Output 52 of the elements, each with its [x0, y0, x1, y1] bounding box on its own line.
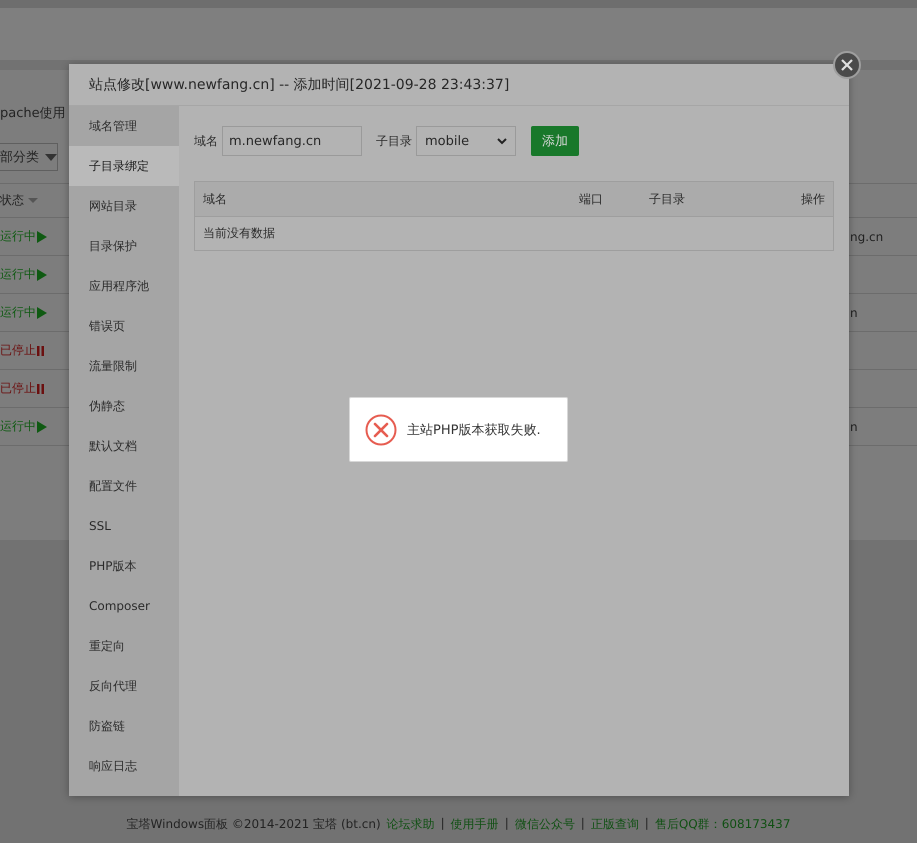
separator-text: | — [504, 816, 509, 832]
add-button[interactable]: 添加 — [531, 126, 579, 156]
column-header[interactable]: 状态 — [0, 192, 24, 209]
chevron-down-icon — [497, 138, 507, 144]
sidebar-item[interactable]: 重定向 — [69, 626, 179, 666]
sidebar-item[interactable]: 子目录绑定 — [69, 146, 179, 186]
subdirectory-label: 子目录 — [376, 132, 412, 150]
play-icon — [37, 268, 47, 280]
sidebar-item[interactable]: 应用程序池 — [69, 266, 179, 306]
sidebar-item[interactable]: 反向代理 — [69, 666, 179, 706]
sidebar-item[interactable]: 伪静态 — [69, 386, 179, 426]
notice-text: pache使用 — [0, 105, 66, 122]
domain-text: ng.cn — [850, 230, 884, 244]
sidebar-item[interactable]: 流量限制 — [69, 346, 179, 386]
pause-icon — [37, 346, 44, 356]
category-dropdown[interactable]: 部分类 — [0, 143, 58, 171]
sidebar-item[interactable]: 响应日志 — [69, 746, 179, 786]
sidebar-item[interactable]: 目录保护 — [69, 226, 179, 266]
domain-label: 域名 — [194, 132, 218, 150]
copyright-text: 宝塔Windows面板 ©2014-2021 宝塔 (bt.cn) — [126, 816, 381, 833]
subdirectory-select[interactable]: mobile — [416, 126, 516, 156]
pause-icon — [37, 384, 44, 394]
sidebar-item[interactable]: 防盗链 — [69, 706, 179, 746]
separator-text: | — [644, 816, 649, 832]
toast-message: 主站PHP版本获取失败. — [407, 422, 541, 438]
close-icon — [841, 59, 853, 71]
sort-caret-icon — [28, 198, 38, 203]
sidebar-item[interactable]: Composer — [69, 586, 179, 626]
sidebar-item[interactable]: SSL — [69, 506, 179, 546]
empty-table-message: 当前没有数据 — [194, 216, 834, 250]
column-header: 端口 — [571, 182, 641, 216]
domain-input[interactable]: m.newfang.cn — [222, 126, 362, 156]
status-label[interactable]: 已停止 — [0, 380, 44, 397]
sidebar-item[interactable]: 域名管理 — [69, 106, 179, 146]
sidebar-item[interactable]: 配置文件 — [69, 466, 179, 506]
sidebar-item[interactable]: 错误页 — [69, 306, 179, 346]
caret-icon — [45, 154, 57, 160]
sidebar-item[interactable]: 网站目录 — [69, 186, 179, 226]
play-icon — [37, 420, 47, 432]
play-icon — [37, 230, 47, 242]
column-header: 域名 — [194, 182, 571, 216]
sidebar-item[interactable]: PHP版本 — [69, 546, 179, 586]
domain-text: n — [850, 420, 858, 434]
sidebar-item[interactable]: 默认文档 — [69, 426, 179, 466]
separator-text: | — [440, 816, 445, 832]
column-header: 操作 — [749, 182, 834, 216]
error-icon — [365, 414, 397, 446]
domain-text: n — [850, 306, 858, 320]
status-label[interactable]: 已停止 — [0, 342, 44, 359]
column-header: 子目录 — [641, 182, 750, 216]
separator-text: | — [580, 816, 585, 832]
play-icon — [37, 306, 47, 318]
